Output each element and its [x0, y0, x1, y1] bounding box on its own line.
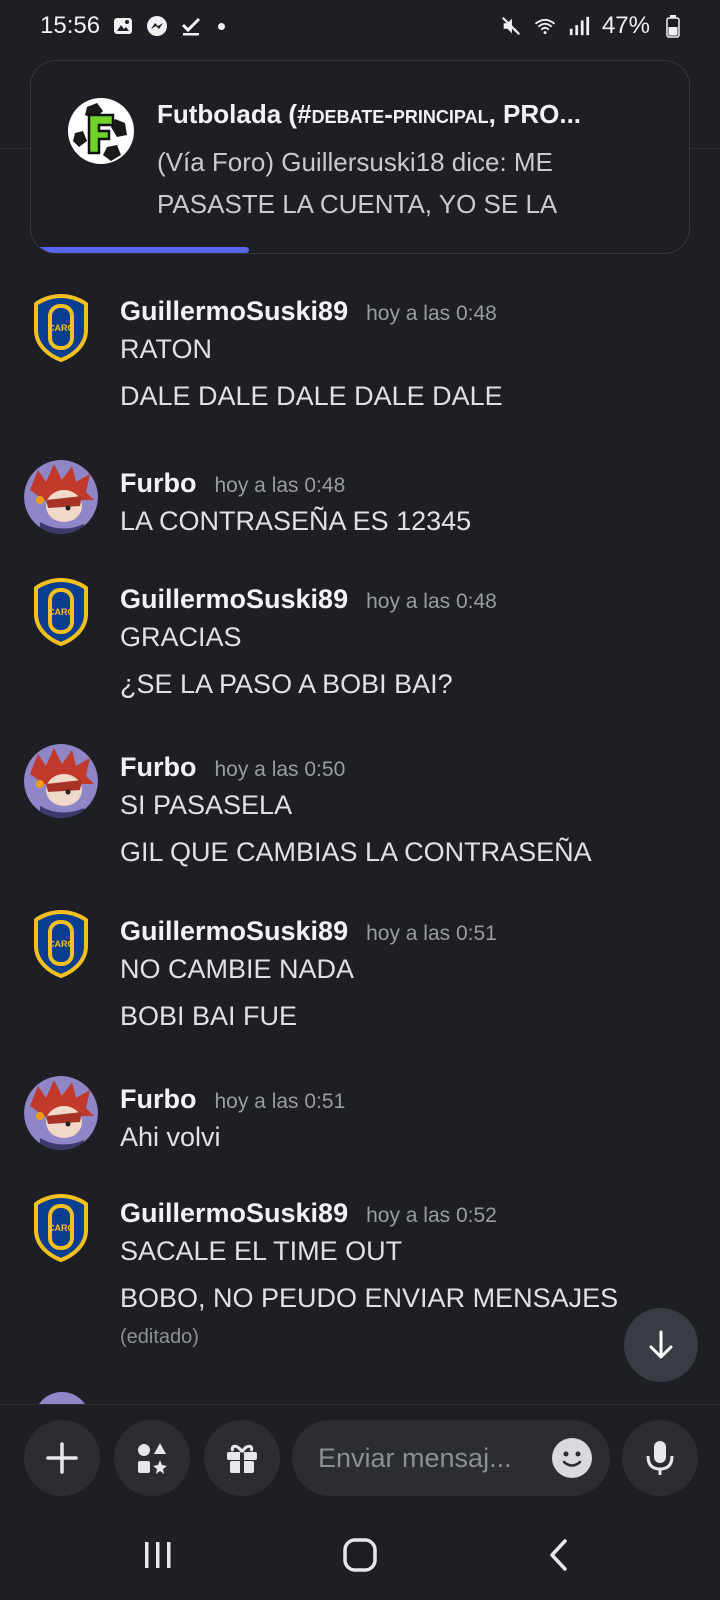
message-text: LA CONTRASEÑA ES 12345 [120, 506, 472, 536]
message-text: ¿SE LA PASO A BOBI BAI? [120, 669, 453, 699]
gift-icon [227, 1444, 257, 1473]
message-text: SACALE EL TIME OUT [120, 1236, 403, 1266]
message-input-container[interactable] [292, 1420, 610, 1496]
apps-icon [138, 1443, 167, 1474]
timestamp: hoy a las 0:50 [214, 758, 346, 781]
add-attachment-button[interactable] [24, 1420, 100, 1496]
notification-progress-bar [31, 247, 249, 253]
arrow-down-icon [649, 1330, 673, 1359]
username[interactable]: GuillermoSuski89 [120, 1198, 348, 1229]
composer-divider [0, 1404, 720, 1405]
battery-icon [662, 15, 684, 38]
back-button[interactable] [530, 1530, 590, 1580]
microphone-icon [646, 1441, 674, 1475]
smiley-icon [562, 1451, 582, 1467]
message-text: GIL QUE CAMBIAS LA CONTRASEÑA [120, 837, 592, 867]
checkmark-icon [180, 15, 202, 37]
message-text: BOBO, NO PEUDO ENVIAR MENSAJES [120, 1283, 619, 1313]
user-avatar[interactable]: CARC [24, 906, 98, 980]
gift-button[interactable] [204, 1420, 280, 1496]
status-bar: 15:56 47% [0, 0, 720, 52]
message-composer [0, 1420, 720, 1496]
user-avatar[interactable]: CARC [24, 290, 98, 364]
username[interactable]: GuillermoSuski89 [120, 916, 348, 947]
timestamp: hoy a las 0:48 [214, 474, 346, 497]
message-text: BOBI BAI FUE [120, 1001, 298, 1031]
message-text: NO CAMBIE NADA [120, 954, 355, 984]
signal-icon [568, 15, 590, 37]
messenger-icon [146, 15, 168, 37]
wifi-icon [534, 15, 556, 37]
message-text: RATON [120, 334, 213, 364]
recent-apps-button[interactable] [128, 1530, 188, 1580]
clock: 15:56 [40, 12, 101, 39]
timestamp: hoy a las 0:48 [366, 590, 497, 613]
svg-text:CARC: CARC [48, 323, 74, 333]
voice-message-button[interactable] [622, 1420, 698, 1496]
home-icon [343, 1538, 377, 1572]
notification-title: Futbolada (#debate-principal, PRO... [157, 99, 582, 129]
message-text: GRACIAS [120, 622, 242, 652]
user-avatar[interactable]: CARC [24, 1190, 98, 1264]
mute-icon [500, 15, 522, 37]
partial-avatar [34, 1392, 90, 1404]
message-text: DALE DALE DALE DALE DALE [120, 381, 503, 411]
timestamp: hoy a las 0:52 [366, 1204, 497, 1227]
username[interactable]: Furbo [120, 752, 196, 783]
timestamp: hoy a las 0:48 [366, 302, 497, 325]
user-avatar[interactable] [24, 460, 98, 534]
user-avatar[interactable] [24, 1076, 98, 1150]
system-navigation-bar [0, 1500, 720, 1600]
message-input[interactable] [318, 1442, 528, 1474]
message-text: SI PASASELA [120, 790, 293, 820]
svg-text:CARC: CARC [48, 939, 74, 949]
svg-text:CARC: CARC [48, 1223, 74, 1233]
battery-percent: 47% [601, 12, 650, 39]
user-avatar[interactable] [24, 744, 98, 818]
username[interactable]: GuillermoSuski89 [120, 296, 348, 327]
user-avatar[interactable]: CARC [24, 574, 98, 648]
notification-banner[interactable]: Futbolada (#debate-principal, PRO... (Ví… [30, 60, 690, 254]
edited-label: (editado) [120, 1326, 199, 1348]
dot-icon [218, 22, 226, 30]
notification-body: (Vía Foro) Guillersuski18 dice: ME PASAS… [157, 147, 558, 219]
username[interactable]: Furbo [120, 1084, 196, 1115]
back-icon [550, 1539, 567, 1571]
username[interactable]: GuillermoSuski89 [120, 584, 348, 615]
recent-apps-icon [145, 1542, 171, 1568]
svg-text:CARC: CARC [48, 607, 74, 617]
timestamp: hoy a las 0:51 [214, 1090, 346, 1113]
futbolada-logo [67, 97, 135, 165]
home-button[interactable] [330, 1530, 390, 1580]
plus-icon [46, 1442, 78, 1474]
username[interactable]: Furbo [120, 468, 196, 499]
message-text: Ahi volvi [120, 1122, 221, 1152]
apps-button[interactable] [114, 1420, 190, 1496]
gallery-icon [112, 15, 134, 37]
emoji-button[interactable] [552, 1438, 592, 1478]
timestamp: hoy a las 0:51 [366, 922, 497, 945]
jump-to-bottom-button[interactable] [624, 1308, 698, 1382]
